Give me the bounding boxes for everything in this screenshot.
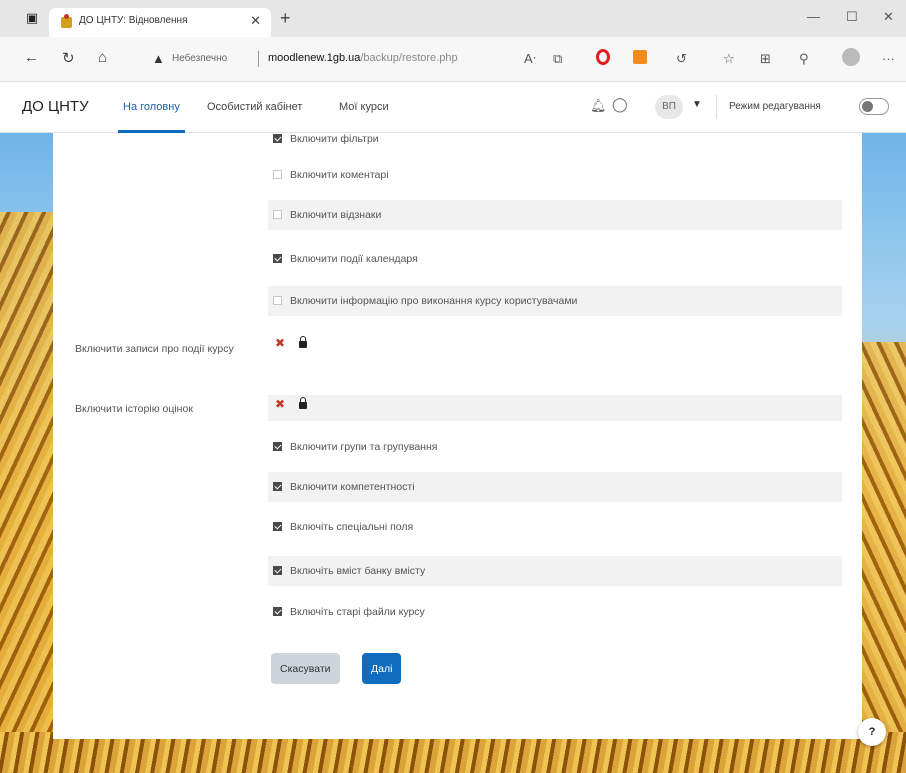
wheat-left-decoration (0, 212, 60, 772)
setting-checkbox[interactable] (273, 296, 282, 305)
window-menu-icon[interactable]: ▣ (22, 8, 42, 28)
nav-dashboard[interactable]: Особистий кабінет (207, 101, 302, 113)
help-button[interactable]: ? (858, 718, 886, 746)
setting-row: Включити відзнаки (268, 200, 842, 230)
browser-tab-strip: ▣ ДО ЦНТУ: Відновлення ✕ + — ☐ ✕ (0, 0, 906, 37)
sharing-icon[interactable]: ⚲ (799, 51, 809, 67)
tab-title: ДО ЦНТУ: Відновлення (79, 15, 188, 26)
setting-checkbox[interactable] (273, 254, 282, 263)
more-options-icon[interactable]: ··· (882, 51, 895, 66)
setting-row: Включити події календаря (268, 244, 842, 274)
setting-label: Включити інформацію про виконання курсу … (290, 295, 578, 307)
site-brand[interactable]: ДО ЦНТУ (22, 98, 89, 115)
setting-row: Включіть старі файли курсу (268, 597, 842, 627)
setting-row: Включіть вміст банку вмісту (268, 556, 842, 586)
reload-icon[interactable]: ↻ (62, 49, 75, 67)
setting-checkbox[interactable] (273, 566, 282, 575)
setting-label: Включіть вміст банку вмісту (290, 565, 426, 577)
setting-checkbox[interactable] (273, 522, 282, 531)
url-path: /backup/restore.php (360, 52, 458, 64)
setting-checkbox[interactable] (273, 442, 282, 451)
refresh-extension-icon[interactable]: ↺ (676, 51, 687, 67)
setting-label: Включити події календаря (290, 253, 418, 265)
home-icon[interactable]: ⌂ (98, 49, 107, 66)
nav-home[interactable]: На головну (118, 101, 185, 133)
edit-mode-label: Режим редагування (729, 101, 821, 112)
restore-settings-card: Включити фільтри Включити коментарі Вклю… (53, 132, 862, 739)
next-button[interactable]: Далі (362, 653, 402, 684)
cancel-button[interactable]: Скасувати (271, 653, 340, 684)
url-field[interactable]: ▲ Небезпечно moodlenew.1gb.ua/backup/res… (138, 43, 578, 75)
maximize-icon[interactable]: ☐ (846, 9, 858, 25)
setting-label: Включіть старі файли курсу (290, 606, 425, 618)
setting-label: Включити групи та групування (290, 441, 438, 453)
site-favicon-icon (61, 14, 72, 28)
setting-label: Включити відзнаки (290, 209, 382, 221)
notifications-bell-icon[interactable]: 🔔︎ (590, 98, 607, 114)
favorites-icon[interactable]: ☆ (723, 51, 735, 67)
locked-setting-label: Включити історію оцінок (75, 403, 193, 415)
tab-actions-icon[interactable]: ⧉ (553, 51, 562, 67)
user-avatar[interactable]: ВП (655, 95, 683, 119)
tab-close-icon[interactable]: ✕ (250, 13, 261, 29)
setting-label: Включити компетентності (290, 481, 415, 493)
new-tab-button[interactable]: + (280, 8, 291, 29)
navbar-divider (716, 95, 717, 119)
profile-avatar-icon[interactable] (842, 48, 860, 66)
back-icon[interactable]: ← (24, 49, 39, 66)
setting-row: Включити коментарі (268, 160, 842, 190)
window-close-icon[interactable]: ✕ (883, 9, 894, 25)
url-host: moodlenew.1gb.ua (268, 52, 361, 64)
disabled-x-icon: ✖ (275, 336, 286, 350)
read-aloud-icon[interactable]: Aᐧ (524, 51, 536, 67)
lock-icon (299, 336, 307, 348)
setting-row: Включити фільтри (268, 132, 842, 147)
insecure-label: Небезпечно (172, 53, 228, 64)
browser-tab[interactable]: ДО ЦНТУ: Відновлення ✕ (49, 8, 271, 37)
setting-checkbox[interactable] (273, 170, 282, 179)
extension-icon[interactable] (633, 50, 647, 64)
setting-row: Включити інформацію про виконання курсу … (268, 286, 842, 316)
locked-setting-label: Включити записи про події курсу (75, 343, 234, 355)
disabled-x-icon: ✖ (275, 397, 286, 411)
address-bar-row: ← ↻ ⌂ ▲ Небезпечно moodlenew.1gb.ua/back… (0, 37, 906, 82)
warning-icon: ▲ (152, 51, 165, 66)
lock-icon (299, 397, 307, 409)
setting-checkbox[interactable] (273, 482, 282, 491)
wheat-right-decoration (858, 342, 906, 772)
opera-extension-icon[interactable] (596, 49, 610, 65)
setting-checkbox[interactable] (273, 210, 282, 219)
setting-label: Включити фільтри (290, 133, 379, 145)
nav-my-courses[interactable]: Мої курси (339, 101, 389, 113)
setting-label: Включити коментарі (290, 169, 389, 181)
edit-mode-toggle[interactable] (859, 98, 889, 115)
site-navbar: ДО ЦНТУ На головну Особистий кабінет Мої… (0, 82, 906, 133)
setting-row: Включіть спеціальні поля (268, 512, 842, 542)
locked-row-stripe (268, 395, 842, 421)
setting-checkbox[interactable] (273, 607, 282, 616)
messages-chat-icon[interactable]: ◯ (612, 96, 628, 113)
setting-checkbox[interactable] (273, 134, 282, 143)
setting-label: Включіть спеціальні поля (290, 521, 414, 533)
url-divider (258, 51, 259, 67)
collections-icon[interactable]: ⊞ (760, 51, 771, 67)
setting-row: Включити групи та групування (268, 432, 842, 462)
minimize-icon[interactable]: — (807, 9, 820, 24)
url-text: moodlenew.1gb.ua/backup/restore.php (268, 52, 458, 64)
chevron-down-icon[interactable]: ▼ (692, 99, 702, 110)
setting-row: Включити компетентності (268, 472, 842, 502)
